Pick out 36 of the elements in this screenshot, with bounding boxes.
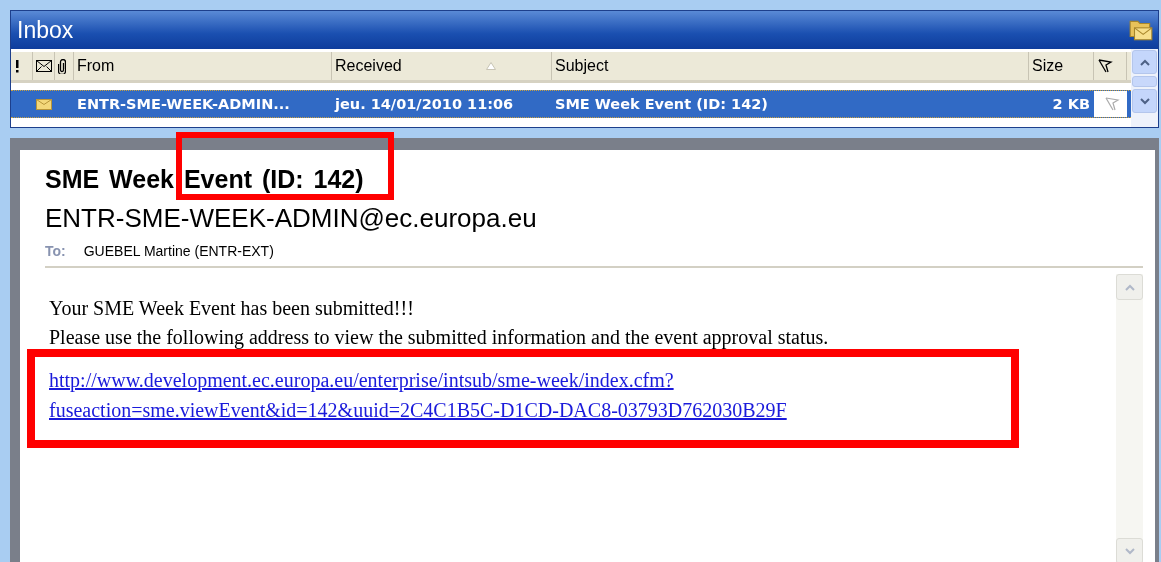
column-header[interactable] <box>55 52 74 80</box>
envelope-icon <box>36 98 52 110</box>
url-link[interactable]: fuseaction=sme.viewEvent&id=142&uuid=2C4C1B5C-D1CD-DAC8-03793D762030B29F <box>49 399 787 421</box>
chevron-up-icon <box>1139 58 1150 66</box>
chevron-down-icon <box>1139 97 1150 105</box>
received-date: jeu. 14/01/2010 11:06 <box>335 96 514 112</box>
scrollbar[interactable] <box>1131 49 1158 127</box>
column-header[interactable]: Received <box>332 52 552 80</box>
scroll-thumb[interactable] <box>1132 76 1157 87</box>
size-text: 2 KB <box>1052 96 1090 112</box>
sender-text: ENTR-SME-WEEK-ADMIN... <box>77 96 290 112</box>
message-row[interactable]: ENTR-SME-WEEK-ADMIN... jeu. 14/01/2010 11:06 SME Week Event (ID: 142) 2 KB <box>11 90 1131 118</box>
subject-text: SME Week Event (ID: 142) <box>555 96 768 112</box>
folder-mail-icon <box>1128 18 1154 42</box>
paperclip-icon <box>58 58 66 74</box>
message-text: Please use the following address to view the submitted information and the event approval status. <box>49 325 830 351</box>
envelope-icon <box>36 60 52 72</box>
recipient-name: GUEBEL Martine (ENTR-EXT) <box>83 243 274 259</box>
column-header[interactable]: From <box>74 52 332 80</box>
message-subject: SME Week Event (ID: 142) <box>45 164 365 195</box>
column-header[interactable]: Subject <box>552 52 1029 80</box>
scroll-up-button[interactable] <box>1132 50 1157 74</box>
window-title: Inbox <box>17 16 74 44</box>
sort-ascending-icon <box>485 62 496 70</box>
column-header[interactable] <box>33 52 55 80</box>
message-text: Your SME Week Event has been submitted!!! <box>49 296 415 321</box>
sender-address: ENTR-SME-WEEK-ADMIN@ec.europa.eu <box>45 202 538 235</box>
flag-icon <box>1097 58 1113 74</box>
chevron-down-icon <box>1124 547 1135 555</box>
url-link[interactable]: http://www.development.ec.europa.eu/enterprise/intsub/sme-week/index.cfm? <box>49 369 674 391</box>
chevron-up-icon <box>1124 283 1135 291</box>
column-header[interactable]: Size <box>1029 52 1094 80</box>
to-label: To: <box>45 243 66 259</box>
exclamation-icon <box>14 59 20 73</box>
scroll-down-button[interactable] <box>1132 89 1157 113</box>
flag-icon[interactable] <box>1104 96 1120 112</box>
